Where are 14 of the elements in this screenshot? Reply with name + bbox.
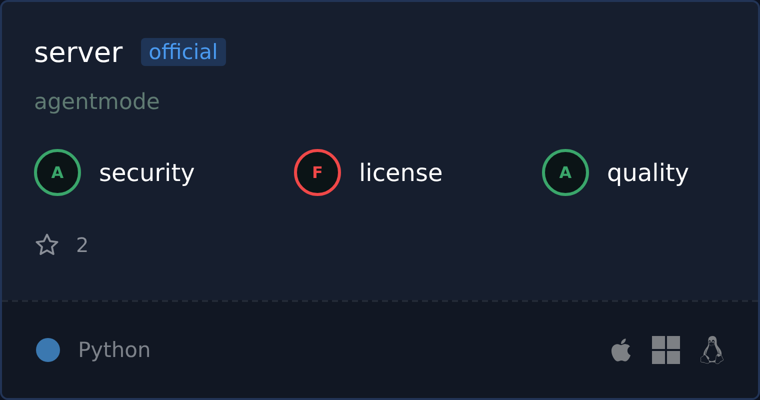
score-label: license xyxy=(359,158,443,186)
owner-name: agentmode xyxy=(34,90,161,115)
grade-badge: A xyxy=(34,149,81,196)
grade-badge: A xyxy=(542,149,589,196)
star-count: 2 xyxy=(76,233,89,257)
windows-icon xyxy=(652,336,680,364)
score-label: security xyxy=(99,158,195,186)
grade-badge: F xyxy=(294,149,341,196)
official-badge: official xyxy=(140,38,226,66)
penguin-icon xyxy=(698,336,726,364)
language-name: Python xyxy=(78,338,151,362)
server-name: server xyxy=(34,36,123,68)
score-label: quality xyxy=(607,158,690,186)
star-icon xyxy=(34,232,60,258)
